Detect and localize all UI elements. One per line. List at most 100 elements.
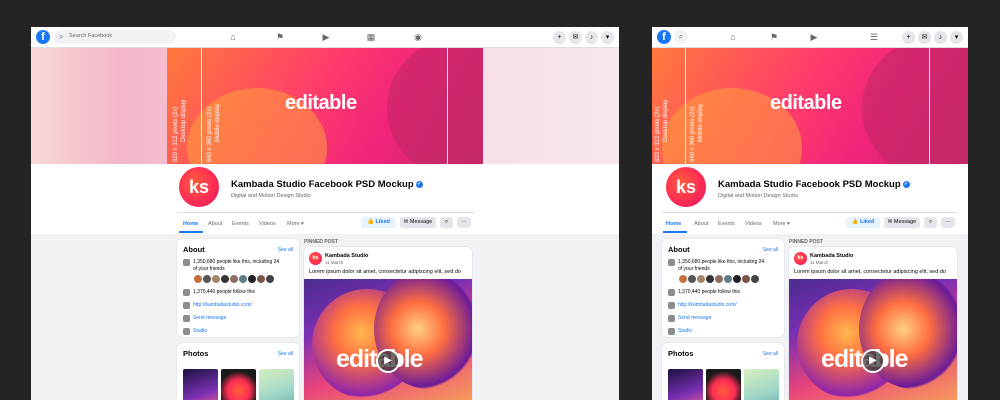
cover-title: editable: [770, 92, 842, 114]
messenger-icon[interactable]: ✉: [918, 31, 931, 44]
bell-icon[interactable]: ♪: [585, 31, 598, 44]
menu-icon[interactable]: ☰: [868, 31, 880, 43]
post-date[interactable]: 11 March: [810, 260, 828, 265]
top-navigation-bar: f ⌕ ⌂ ⚑ ▶ ☰ + ✉ ♪ ▾: [652, 27, 968, 48]
flag-icon[interactable]: ⚑: [768, 31, 780, 43]
post-video[interactable]: editable ▶: [304, 279, 472, 400]
cover-artwork: editable 820 x 312 pixels (2x) Desktop d…: [167, 48, 483, 164]
globe-icon: [668, 302, 675, 309]
tab-home[interactable]: Home: [183, 221, 198, 227]
cover-artwork: editable 820 x 312 pixels (2x) Desktop d…: [652, 48, 968, 164]
photo-thumbnail[interactable]: [706, 369, 741, 400]
photos-see-all-link[interactable]: See all: [278, 351, 293, 357]
pinned-post-label: PINNED POST: [304, 239, 338, 245]
post-video[interactable]: editable ▶: [789, 279, 957, 400]
message-button[interactable]: ✉ Message: [400, 217, 436, 228]
tab-events[interactable]: Events: [718, 221, 735, 227]
video-icon[interactable]: ▶: [320, 31, 332, 43]
tab-about[interactable]: About: [208, 221, 222, 227]
cover-mobile-display-label: Mobile display: [215, 103, 221, 142]
liked-button[interactable]: 👍 Liked: [361, 217, 396, 228]
tab-about[interactable]: About: [694, 221, 708, 227]
pinned-post-label: PINNED POST: [789, 239, 823, 245]
home-icon[interactable]: ⌂: [227, 31, 239, 43]
cover-mobile-size-label: 640 x 360 pixels (2x): [690, 106, 696, 162]
plus-icon[interactable]: +: [902, 31, 915, 44]
cover-size-label: 820 x 312 pixels (2x): [655, 106, 661, 162]
messenger-icon[interactable]: ✉: [569, 31, 582, 44]
video-icon[interactable]: ▶: [808, 31, 820, 43]
photo-thumbnail[interactable]: [259, 369, 294, 400]
page-search-button[interactable]: ⌕: [440, 217, 453, 228]
post-author-name[interactable]: Kambada Studio: [325, 253, 368, 259]
photo-thumbnail[interactable]: [221, 369, 256, 400]
tab-videos[interactable]: Videos: [259, 221, 276, 227]
photos-see-all-link[interactable]: See all: [763, 351, 778, 357]
cover-title: editable: [285, 92, 357, 114]
cover-display-label: Desktop display: [663, 99, 669, 142]
post-author-avatar[interactable]: ks: [794, 252, 807, 265]
facebook-logo[interactable]: f: [36, 30, 50, 44]
follow-icon: [183, 289, 190, 296]
plus-icon[interactable]: +: [553, 31, 566, 44]
post-author-name[interactable]: Kambada Studio: [810, 253, 853, 259]
messenger-icon: [183, 315, 190, 322]
follow-icon: [668, 289, 675, 296]
globe-icon: [183, 302, 190, 309]
flag-icon[interactable]: ⚑: [274, 31, 286, 43]
desktop-mockup: f ⌕ Search Facebook ⌂ ⚑ ▶ ▦ ◉ + ✉ ♪ ▾ ed…: [31, 27, 619, 400]
caret-down-icon[interactable]: ▾: [601, 31, 614, 44]
folder-icon: [183, 328, 190, 335]
play-icon[interactable]: ▶: [376, 349, 400, 373]
cover-mobile-size-label: 640 x 360 pixels (2x): [207, 106, 213, 162]
photo-thumbnail[interactable]: [744, 369, 779, 400]
cover-mobile-display-label: Mobile display: [698, 103, 704, 142]
photos-title: Photos: [668, 349, 694, 358]
about-card: About See all 1,350,680 people like this…: [177, 239, 299, 337]
like-icon: [668, 259, 675, 266]
search-placeholder: Search Facebook: [69, 33, 113, 39]
verified-icon: ✓: [902, 180, 910, 188]
more-options-button[interactable]: ···: [941, 217, 955, 228]
photo-thumbnail[interactable]: [668, 369, 703, 400]
marketplace-icon[interactable]: ▦: [365, 31, 377, 43]
mobile-mockup: f ⌕ ⌂ ⚑ ▶ ☰ + ✉ ♪ ▾ editable 820 x 312 p…: [652, 27, 968, 400]
photos-title: Photos: [183, 349, 209, 358]
page-search-button[interactable]: ⌕: [924, 217, 937, 228]
top-navigation-bar: f ⌕ Search Facebook ⌂ ⚑ ▶ ▦ ◉ + ✉ ♪ ▾: [31, 27, 619, 48]
home-icon[interactable]: ⌂: [727, 31, 739, 43]
photos-card: Photos See all: [662, 343, 784, 400]
more-options-button[interactable]: ···: [457, 217, 471, 228]
profile-header: [31, 164, 619, 234]
search-icon[interactable]: ⌕: [674, 30, 688, 44]
cover-photo: editable 820 x 312 pixels (2x) Desktop d…: [31, 48, 619, 164]
tab-more[interactable]: More ▾: [773, 221, 790, 227]
about-see-all-link[interactable]: See all: [278, 247, 293, 253]
cover-display-label: Desktop display: [181, 99, 187, 142]
tab-more[interactable]: More ▾: [287, 221, 304, 227]
profile-avatar[interactable]: ks: [177, 165, 221, 209]
bell-icon[interactable]: ♪: [934, 31, 947, 44]
tab-videos[interactable]: Videos: [745, 221, 762, 227]
facebook-logo[interactable]: f: [657, 30, 671, 44]
pinned-post-card: ks Kambada Studio 11 March Lorem ipsum d…: [304, 247, 472, 400]
tab-events[interactable]: Events: [232, 221, 249, 227]
groups-icon[interactable]: ◉: [412, 31, 424, 43]
tab-home[interactable]: Home: [666, 221, 681, 227]
cover-photo: editable 820 x 312 pixels (2x) Desktop d…: [652, 48, 968, 164]
play-icon[interactable]: ▶: [861, 349, 885, 373]
post-date[interactable]: 11 March: [325, 260, 343, 265]
search-input[interactable]: ⌕ Search Facebook: [54, 30, 176, 44]
page-subtitle: Digital and Motion Design Studio: [718, 193, 798, 199]
messenger-icon: [668, 315, 675, 322]
post-author-avatar[interactable]: ks: [309, 252, 322, 265]
photo-thumbnail[interactable]: [183, 369, 218, 400]
caret-down-icon[interactable]: ▾: [950, 31, 963, 44]
post-text: Lorem ipsum dolor sit amet, consectetur …: [794, 269, 946, 275]
profile-avatar[interactable]: ks: [664, 165, 708, 209]
liked-button[interactable]: 👍 Liked: [846, 217, 880, 228]
page-title: Kambada Studio Facebook PSD Mockup ✓: [718, 179, 910, 190]
message-button[interactable]: ✉ Message: [884, 217, 920, 228]
about-see-all-link[interactable]: See all: [763, 247, 778, 253]
search-icon: ⌕: [59, 32, 64, 41]
